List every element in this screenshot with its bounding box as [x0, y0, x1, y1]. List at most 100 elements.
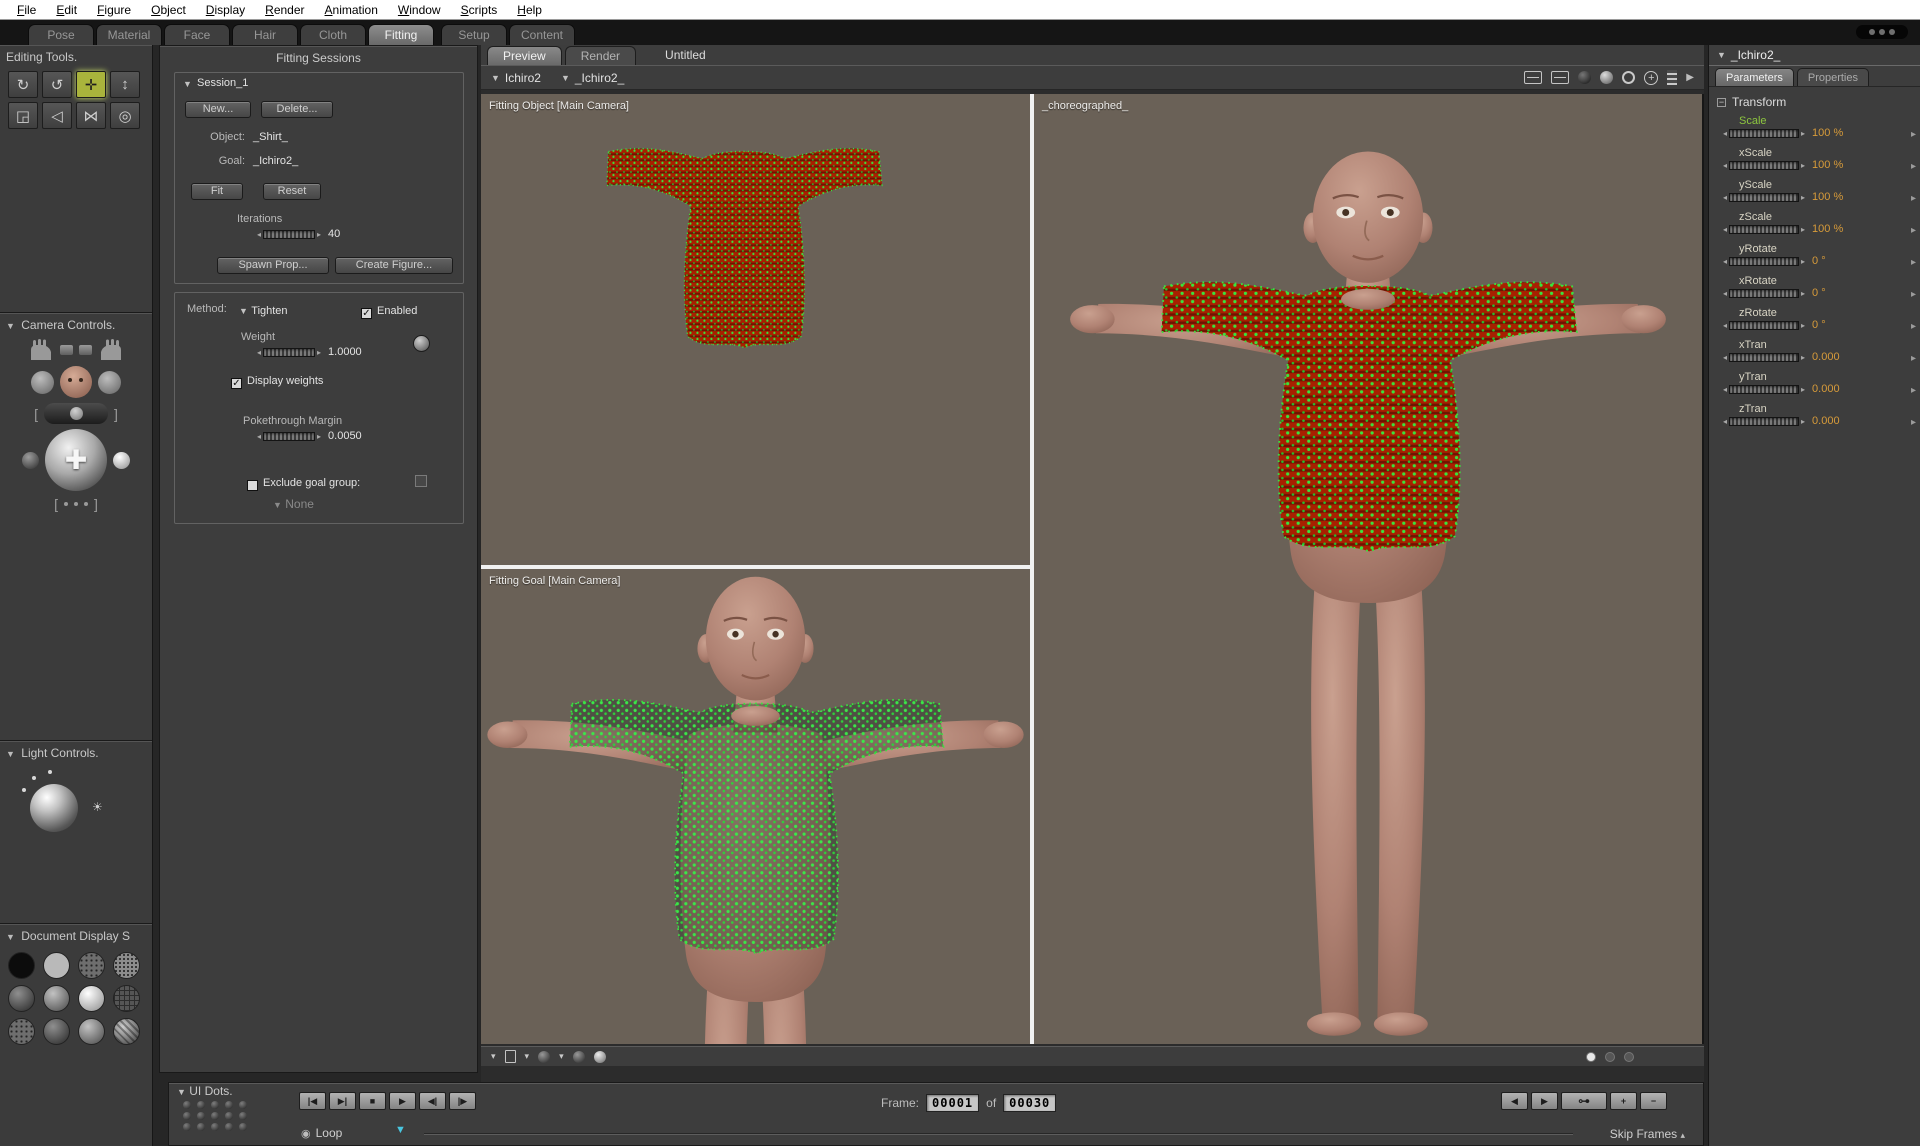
- viewport-divider-horizontal[interactable]: [481, 565, 1030, 569]
- slider-left-arrow-icon[interactable]: ◂: [1723, 129, 1727, 138]
- light-intensity-icon[interactable]: ☀: [92, 800, 103, 814]
- view-magnifier-tool-icon[interactable]: ◎: [110, 102, 140, 129]
- dial-slider[interactable]: ◂ ▸ 100 %: [1723, 223, 1843, 235]
- slider-left-arrow-icon[interactable]: ◂: [1723, 417, 1727, 426]
- footer-dropdown-icon[interactable]: ▾: [525, 1051, 530, 1062]
- footer-dropdown-icon[interactable]: ▾: [491, 1051, 496, 1062]
- play-button[interactable]: ▶: [389, 1092, 416, 1110]
- slider-track[interactable]: [1729, 288, 1800, 298]
- camera-key-icon[interactable]: [60, 345, 73, 355]
- weight-map-sphere-icon[interactable]: [413, 335, 430, 352]
- menu-figure[interactable]: Figure: [88, 3, 140, 17]
- slider-track[interactable]: [263, 347, 316, 357]
- slider-left-arrow-icon[interactable]: ◂: [1723, 257, 1727, 266]
- dial-menu-arrow-icon[interactable]: ▸: [1911, 353, 1916, 364]
- ui-dot[interactable]: [225, 1101, 233, 1109]
- dial-menu-arrow-icon[interactable]: ▸: [1911, 321, 1916, 332]
- camera-select-left-icon[interactable]: [: [54, 496, 58, 512]
- spawn-prop-button[interactable]: Spawn Prop...: [217, 257, 329, 274]
- slider-track[interactable]: [1729, 224, 1800, 234]
- panel-expand-arrow-icon[interactable]: ▶: [1686, 72, 1694, 83]
- tab-hair[interactable]: Hair: [232, 24, 298, 45]
- slider-left-arrow-icon[interactable]: ◂: [257, 432, 261, 441]
- camera-trackball[interactable]: ✚: [45, 429, 107, 491]
- tray-icon[interactable]: [1524, 71, 1543, 84]
- tab-properties[interactable]: Properties: [1796, 68, 1869, 86]
- tab-preview[interactable]: Preview: [487, 46, 562, 65]
- slider-track[interactable]: [1729, 416, 1800, 426]
- camera-move-ball-light-icon[interactable]: [113, 451, 130, 469]
- sphere-dark-icon[interactable]: [1578, 71, 1592, 84]
- go-to-start-button[interactable]: |◀: [299, 1092, 326, 1110]
- light-dot-icon[interactable]: [48, 770, 52, 774]
- pokethrough-slider[interactable]: ◂ ▸ 0.0050: [257, 430, 362, 442]
- ui-dot[interactable]: [211, 1112, 219, 1120]
- sphere-icon[interactable]: [1600, 71, 1614, 84]
- timeline-track[interactable]: [424, 1133, 1573, 1135]
- slider-left-arrow-icon[interactable]: ◂: [1723, 225, 1727, 234]
- menu-render[interactable]: Render: [256, 3, 313, 17]
- menu-scripts[interactable]: Scripts: [452, 3, 507, 17]
- tab-setup[interactable]: Setup: [441, 24, 507, 45]
- weight-value[interactable]: 1.0000: [328, 346, 362, 358]
- go-to-end-button[interactable]: ▶|: [329, 1092, 356, 1110]
- tab-parameters[interactable]: Parameters: [1715, 68, 1794, 86]
- menu-file[interactable]: File: [8, 3, 45, 17]
- slider-right-arrow-icon[interactable]: ▸: [1801, 353, 1805, 362]
- dial-slider[interactable]: ◂ ▸ 0 °: [1723, 255, 1826, 267]
- footer-sphere-icon[interactable]: [572, 1050, 585, 1063]
- slider-right-arrow-icon[interactable]: ▸: [1801, 385, 1805, 394]
- create-figure-button[interactable]: Create Figure...: [335, 257, 453, 274]
- dial-slider[interactable]: ◂ ▸ 0 °: [1723, 287, 1826, 299]
- tab-fitting[interactable]: Fitting: [368, 24, 434, 45]
- step-forward-button[interactable]: |▶: [449, 1092, 476, 1110]
- tab-pose[interactable]: Pose: [28, 24, 94, 45]
- slider-left-arrow-icon[interactable]: ◂: [257, 348, 261, 357]
- display-style-9-icon[interactable]: [8, 1018, 35, 1045]
- slider-right-arrow-icon[interactable]: ▸: [1801, 321, 1805, 330]
- dial-menu-arrow-icon[interactable]: ▸: [1911, 385, 1916, 396]
- taper-tool-icon[interactable]: ◁: [42, 102, 72, 129]
- twist-tool-icon[interactable]: ↺: [42, 71, 72, 98]
- tab-render[interactable]: Render: [564, 46, 637, 65]
- goal-group-dropdown[interactable]: ▼ None: [273, 497, 314, 511]
- rotate-tool-icon[interactable]: ↻: [8, 71, 38, 98]
- translate-tool-icon[interactable]: ✛: [76, 71, 106, 98]
- dial-slider[interactable]: ◂ ▸ 0.000: [1723, 383, 1840, 395]
- camera-select-right-icon[interactable]: ]: [94, 496, 98, 512]
- method-dropdown[interactable]: ▼ Tighten: [239, 303, 288, 317]
- slider-track[interactable]: [1729, 352, 1800, 362]
- slider-right-arrow-icon[interactable]: ▸: [317, 230, 321, 239]
- slider-right-arrow-icon[interactable]: ▸: [317, 348, 321, 357]
- footer-dropdown-icon[interactable]: ▾: [559, 1051, 564, 1062]
- pokethrough-value[interactable]: 0.0050: [328, 430, 362, 442]
- dial-slider[interactable]: ◂ ▸ 0.000: [1723, 415, 1840, 427]
- collapse-triangle-icon[interactable]: ▼: [6, 749, 15, 759]
- display-style-4-icon[interactable]: [113, 952, 140, 979]
- exclude-goal-group-checkbox[interactable]: ✓Exclude goal group:: [247, 475, 360, 491]
- total-frames-field[interactable]: 00030: [1003, 1094, 1057, 1112]
- reset-button[interactable]: Reset: [263, 183, 321, 200]
- ui-dot[interactable]: [197, 1112, 205, 1120]
- slider-track[interactable]: [1729, 384, 1800, 394]
- stop-button[interactable]: ■: [359, 1092, 386, 1110]
- slider-right-arrow-icon[interactable]: ▸: [1801, 193, 1805, 202]
- weight-slider[interactable]: ◂ ▸ 1.0000: [257, 346, 362, 358]
- tab-content[interactable]: Content: [509, 24, 575, 45]
- dial-slider[interactable]: ◂ ▸ 0 °: [1723, 319, 1826, 331]
- camera-next-icon[interactable]: ]: [114, 406, 118, 422]
- camera-move-ball-dark-icon[interactable]: [22, 451, 39, 469]
- iterations-slider[interactable]: ◂ ▸ 40: [257, 228, 340, 240]
- slider-track[interactable]: [263, 431, 316, 441]
- ui-dot[interactable]: [183, 1101, 191, 1109]
- slider-left-arrow-icon[interactable]: ◂: [1723, 161, 1727, 170]
- right-camera-icon[interactable]: [98, 370, 121, 394]
- slider-right-arrow-icon[interactable]: ▸: [1801, 289, 1805, 298]
- viewport-divider-vertical[interactable]: [1030, 94, 1034, 1044]
- dial-menu-arrow-icon[interactable]: ▸: [1911, 257, 1916, 268]
- main-camera-viewport[interactable]: _choreographed_: [1034, 94, 1702, 1044]
- current-frame-field[interactable]: 00001: [926, 1094, 980, 1112]
- sphere-ring-icon[interactable]: [1622, 71, 1636, 84]
- footer-document-icon[interactable]: [504, 1050, 516, 1063]
- slider-track[interactable]: [263, 229, 316, 239]
